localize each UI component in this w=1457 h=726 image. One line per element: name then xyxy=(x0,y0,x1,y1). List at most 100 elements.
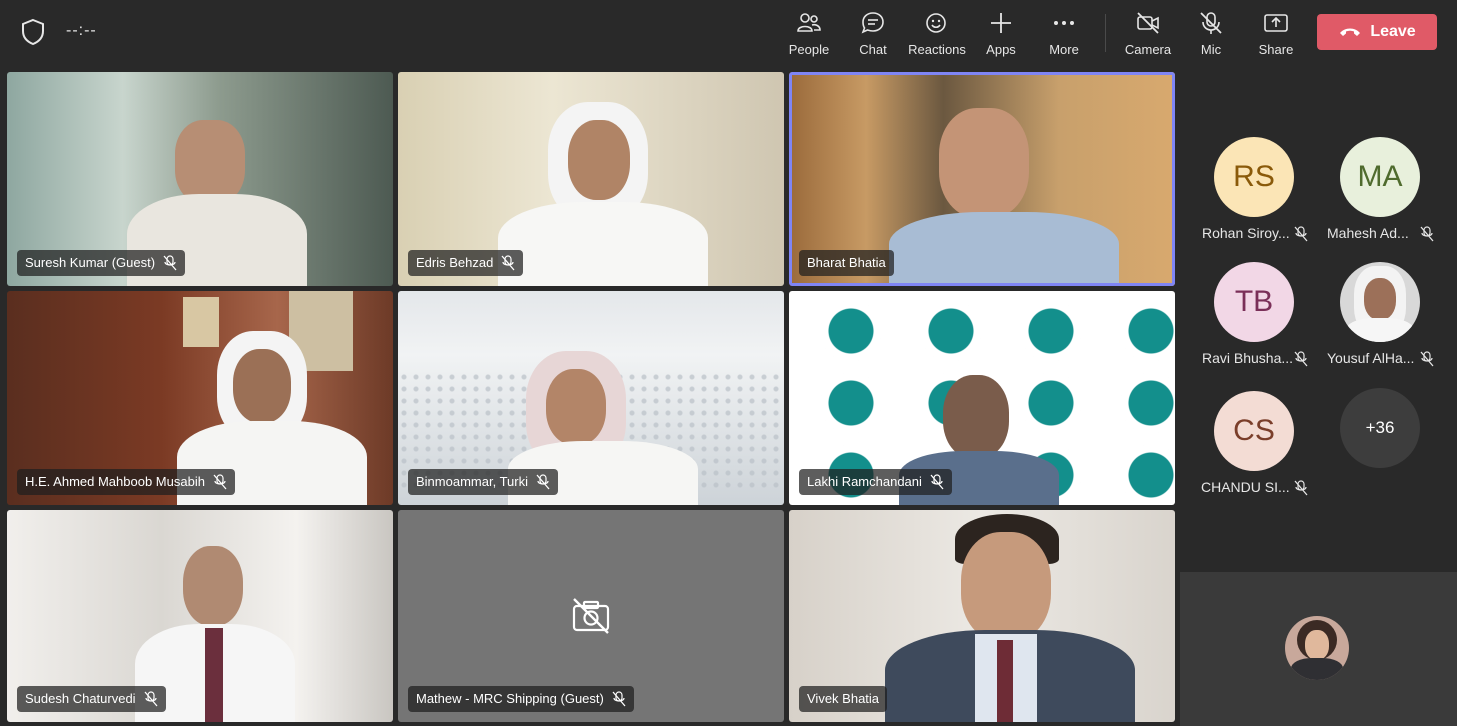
video-tile[interactable]: Vivek Bhatia xyxy=(789,510,1175,722)
mic-label: Mic xyxy=(1200,42,1222,57)
participant-video xyxy=(233,349,291,423)
mic-off-icon xyxy=(1420,351,1434,367)
more-icon xyxy=(1054,21,1074,25)
video-tile-active-speaker[interactable]: Bharat Bhatia xyxy=(789,72,1175,286)
mic-off-icon xyxy=(213,474,227,490)
participant-video xyxy=(568,120,630,200)
participant-video xyxy=(175,120,245,204)
share-icon xyxy=(1264,14,1288,32)
participant-name-label: Edris Behzad xyxy=(408,250,524,276)
avatar-photo xyxy=(1340,262,1420,342)
camera-off-icon xyxy=(1137,12,1159,34)
roster-overflow[interactable]: +36 xyxy=(1320,388,1440,508)
mic-off-icon xyxy=(144,691,158,707)
participant-name-label: Mathew - MRC Shipping (Guest) xyxy=(408,686,634,712)
participant-name-label: Sudesh Chaturvedi xyxy=(17,686,166,712)
video-tile[interactable]: Sudesh Chaturvedi xyxy=(7,510,393,722)
self-avatar-body xyxy=(1291,658,1343,680)
share-label: Share xyxy=(1258,42,1294,57)
roster-name: CHANDU SI... xyxy=(1201,479,1290,495)
wall-portrait xyxy=(183,297,219,347)
apps-button[interactable]: Apps xyxy=(984,6,1018,62)
video-tile[interactable]: Edris Behzad xyxy=(398,72,784,286)
camera-label: Camera xyxy=(1124,42,1172,57)
participant-video xyxy=(943,375,1009,459)
mic-off-icon xyxy=(501,255,515,271)
participant-name: Bharat Bhatia xyxy=(807,255,886,270)
roster-name: Rohan Siroy... xyxy=(1202,225,1290,241)
mic-off-icon xyxy=(163,255,177,271)
participant-name-label: Bharat Bhatia xyxy=(799,250,894,276)
participant-name-label: Vivek Bhatia xyxy=(799,686,888,712)
avatar: TB xyxy=(1214,262,1294,342)
participant-body xyxy=(889,212,1119,286)
participant-name: Lakhi Ramchandani xyxy=(807,474,922,489)
more-button[interactable]: More xyxy=(1047,6,1081,62)
mic-button[interactable]: Mic xyxy=(1196,6,1226,62)
participant-video xyxy=(961,532,1051,642)
roster-participant[interactable]: TB Ravi Bhusha... xyxy=(1194,262,1314,382)
more-label: More xyxy=(1049,42,1079,57)
participant-name: Vivek Bhatia xyxy=(807,691,880,706)
participant-name: Mathew - MRC Shipping (Guest) xyxy=(416,691,604,706)
roster-participant[interactable]: CS CHANDU SI... xyxy=(1194,391,1314,511)
roster-name: Mahesh Ad... xyxy=(1327,225,1409,241)
roster-participant[interactable]: RS Rohan Siroy... xyxy=(1194,137,1314,257)
leave-button[interactable]: Leave xyxy=(1317,14,1437,50)
more-participants-button[interactable]: +36 xyxy=(1340,388,1420,468)
participant-name-label: Suresh Kumar (Guest) xyxy=(17,250,186,276)
participant-name: Binmoammar, Turki xyxy=(416,474,528,489)
apps-label: Apps xyxy=(986,42,1016,57)
participant-name-label: Lakhi Ramchandani xyxy=(799,469,952,495)
video-tile-camera-off[interactable]: Mathew - MRC Shipping (Guest) xyxy=(398,510,784,722)
self-view-panel[interactable] xyxy=(1180,572,1457,726)
video-tile[interactable]: Suresh Kumar (Guest) xyxy=(7,72,393,286)
roster-name: Yousuf AlHa... xyxy=(1327,350,1415,366)
reactions-icon xyxy=(926,13,946,33)
participant-body xyxy=(498,202,708,286)
participant-name: Sudesh Chaturvedi xyxy=(25,691,136,706)
chat-button[interactable]: Chat xyxy=(856,6,890,62)
avatar-body xyxy=(1346,318,1414,342)
mic-off-icon xyxy=(1294,480,1308,496)
avatar-face xyxy=(1364,278,1396,320)
mic-off-icon xyxy=(1200,12,1222,34)
meeting-timer: --:-- xyxy=(66,22,97,39)
video-tile[interactable]: Lakhi Ramchandani xyxy=(789,291,1175,505)
participant-name: H.E. Ahmed Mahboob Musabih xyxy=(25,474,205,489)
share-button[interactable]: Share xyxy=(1257,6,1295,62)
video-tile[interactable]: Binmoammar, Turki xyxy=(398,291,784,505)
people-icon xyxy=(797,13,821,32)
roster-participant[interactable]: MA Mahesh Ad... xyxy=(1320,137,1440,257)
self-avatar xyxy=(1285,616,1349,680)
participant-name-label: Binmoammar, Turki xyxy=(408,469,558,495)
mic-off-icon xyxy=(930,474,944,490)
roster-name: Ravi Bhusha... xyxy=(1202,350,1294,366)
roster-participant[interactable]: Yousuf AlHa... xyxy=(1320,262,1440,382)
phone-hangup-icon xyxy=(1340,28,1361,36)
participant-name: Suresh Kumar (Guest) xyxy=(25,255,156,270)
people-button[interactable]: People xyxy=(788,6,830,62)
self-avatar-face xyxy=(1305,630,1329,660)
mic-off-icon xyxy=(612,691,626,707)
video-tile[interactable]: H.E. Ahmed Mahboob Musabih xyxy=(7,291,393,505)
reactions-label: Reactions xyxy=(908,42,966,57)
chat-icon xyxy=(861,12,884,34)
people-label: People xyxy=(788,42,830,57)
participant-tie xyxy=(205,628,223,722)
participant-tie xyxy=(997,640,1013,722)
reactions-button[interactable]: Reactions xyxy=(908,6,966,62)
toolbar-divider xyxy=(1105,14,1106,52)
leave-label: Leave xyxy=(1370,23,1416,40)
camera-off-icon xyxy=(572,598,610,634)
avatar: RS xyxy=(1214,137,1294,217)
chat-label: Chat xyxy=(859,42,887,57)
shield-icon[interactable] xyxy=(20,18,46,46)
camera-button[interactable]: Camera xyxy=(1125,6,1171,62)
plus-icon xyxy=(991,13,1011,33)
avatar: MA xyxy=(1340,137,1420,217)
participant-name-label: H.E. Ahmed Mahboob Musabih xyxy=(17,469,235,495)
participant-video xyxy=(939,108,1029,218)
participant-video xyxy=(546,369,606,445)
participant-video xyxy=(183,546,243,626)
